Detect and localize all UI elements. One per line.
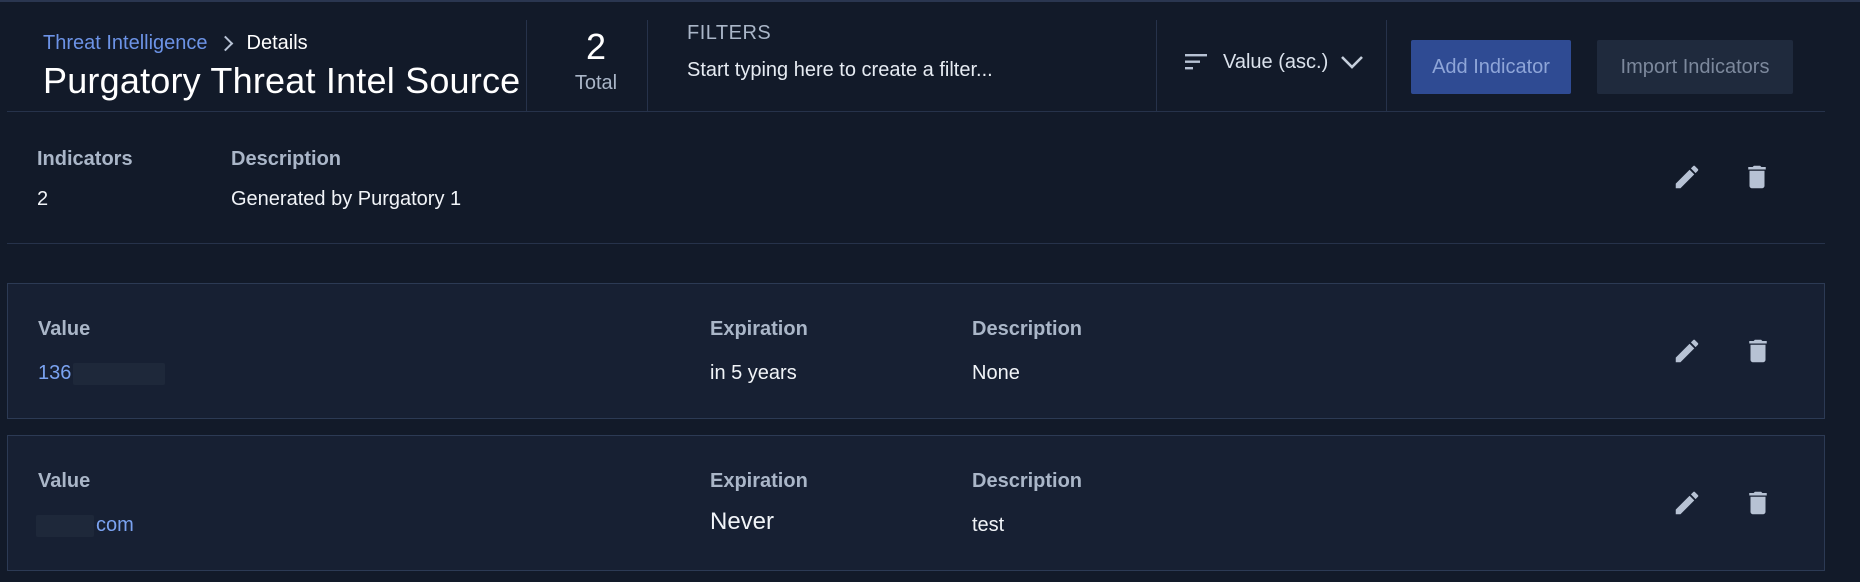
breadcrumb: Threat Intelligence Details (43, 32, 308, 55)
header-divider (1386, 20, 1387, 112)
sort-lines-icon (1185, 54, 1207, 70)
indicator-expiration: Never (710, 508, 775, 535)
filter-block: FILTERS (687, 2, 1157, 112)
source-description: Generated by Purgatory 1 (231, 188, 462, 210)
indicator-value-link[interactable]: 136 (38, 362, 166, 385)
filters-label: FILTERS (687, 22, 772, 44)
chevron-right-icon (217, 35, 233, 52)
import-indicators-button[interactable]: Import Indicators (1597, 40, 1793, 94)
header-divider (526, 20, 527, 112)
indicator-value-link[interactable]: com (36, 514, 134, 537)
breadcrumb-threat-intelligence-link[interactable]: Threat Intelligence (43, 32, 208, 55)
total-label: Total (574, 72, 618, 94)
indicator-card: Value 136 Expiration in 5 years Descript… (7, 283, 1825, 419)
redacted-block (36, 514, 94, 537)
expiration-label: Expiration (710, 318, 808, 340)
indicator-value-text: 136 (38, 362, 72, 384)
indicator-description: None (972, 362, 1020, 384)
delete-indicator-trash-icon[interactable] (1743, 336, 1773, 366)
description-label: Description (972, 470, 1083, 492)
threat-intel-details-page: Threat Intelligence Details Purgatory Th… (0, 0, 1860, 582)
edit-source-pencil-icon[interactable] (1672, 162, 1702, 192)
sort-dropdown[interactable]: Value (asc.) (1185, 42, 1364, 82)
indicator-expiration: in 5 years (710, 362, 797, 384)
indicators-label: Indicators (37, 148, 133, 170)
total-count: 2 (585, 26, 607, 67)
delete-source-trash-icon[interactable] (1742, 162, 1772, 192)
value-label: Value (38, 470, 91, 492)
header-divider (1156, 20, 1157, 112)
add-indicator-button[interactable]: Add Indicator (1411, 40, 1571, 94)
header-divider (647, 20, 648, 112)
chevron-down-icon (1341, 56, 1364, 69)
description-label: Description (972, 318, 1083, 340)
indicator-card: Value com Expiration Never Description t… (7, 435, 1825, 571)
indicator-description: test (972, 514, 1005, 536)
title-block: Threat Intelligence Details Purgatory Th… (43, 2, 533, 112)
expiration-label: Expiration (710, 470, 808, 492)
edit-indicator-pencil-icon[interactable] (1672, 336, 1702, 366)
breadcrumb-current: Details (246, 32, 308, 54)
page-header: Threat Intelligence Details Purgatory Th… (7, 2, 1825, 112)
sort-label: Value (asc.) (1223, 50, 1329, 73)
redacted-block (73, 362, 166, 385)
description-label: Description (231, 148, 342, 170)
filter-input[interactable] (687, 56, 1147, 84)
total-count-block: 2 Total (537, 2, 655, 112)
page-title: Purgatory Threat Intel Source (43, 60, 521, 101)
indicator-value-text: com (96, 514, 134, 536)
delete-indicator-trash-icon[interactable] (1743, 488, 1773, 518)
source-info-panel: Indicators 2 Description Generated by Pu… (7, 112, 1825, 244)
value-label: Value (38, 318, 91, 340)
edit-indicator-pencil-icon[interactable] (1672, 488, 1702, 518)
indicators-count: 2 (37, 188, 49, 210)
